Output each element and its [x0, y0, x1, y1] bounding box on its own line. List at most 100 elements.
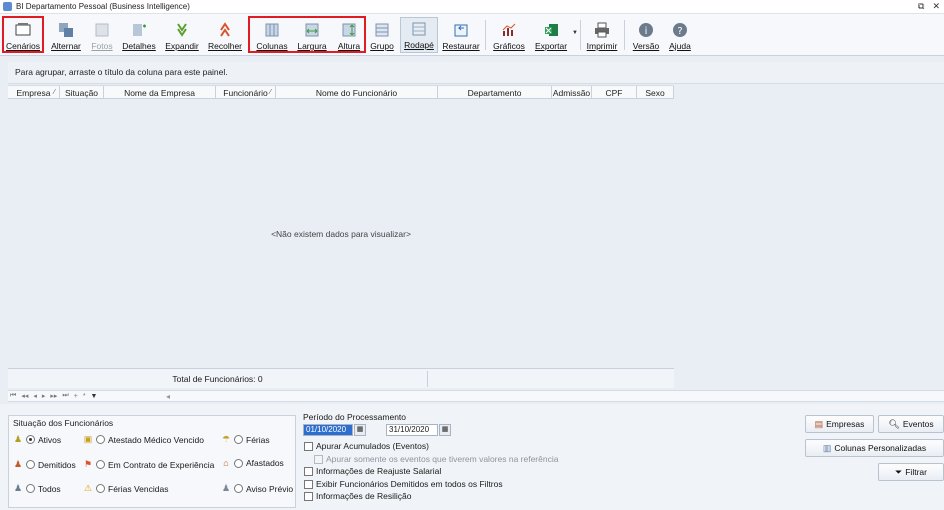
colunas-personalizadas-button[interactable]: ▥ Colunas Personalizadas: [805, 439, 944, 457]
column-header-departamento[interactable]: Departamento: [438, 86, 552, 99]
restore-window-icon[interactable]: ⧉: [918, 1, 924, 12]
recolher-button[interactable]: Recolher: [206, 17, 244, 53]
restaurar-button[interactable]: Restaurar: [442, 17, 480, 53]
eventos-button[interactable]: 🔍︎ Eventos: [878, 415, 944, 433]
column-header-situacao[interactable]: Situação: [60, 86, 104, 99]
first-page-icon[interactable]: ⏮: [10, 392, 16, 400]
funnel-icon: ⏷: [895, 466, 903, 477]
radio-label: Em Contrato de Experiência: [108, 459, 215, 470]
radio-demitidos[interactable]: ♟ Demitidos: [13, 459, 76, 470]
column-header-nome-empresa[interactable]: Nome da Empresa: [104, 86, 216, 99]
insert-record-icon[interactable]: +: [74, 393, 78, 400]
end-date-field[interactable]: 31/10/2020: [386, 424, 438, 436]
button-label: Eventos: [902, 419, 934, 429]
checkbox-label: Exibir Funcionários Demitidos em todos o…: [316, 479, 503, 489]
radio-indicator: [96, 460, 105, 469]
radio-atestado-medico[interactable]: ▣ Atestado Médico Vencido: [83, 434, 204, 445]
medical-icon: ▣: [83, 434, 93, 444]
company-icon: ▤: [814, 418, 824, 429]
group-icon: [374, 22, 390, 38]
close-window-icon[interactable]: ✕: [932, 1, 940, 12]
toolbar-label: Detalhes: [122, 41, 156, 51]
checkbox-label: Informações de Resilição: [316, 491, 412, 501]
detalhes-button[interactable]: Detalhes: [120, 17, 158, 53]
bookmark-icon[interactable]: *: [83, 393, 86, 400]
column-title: Admissão: [552, 87, 591, 98]
radio-ferias[interactable]: ☂ Férias: [221, 434, 270, 445]
scroll-left-icon[interactable]: ◂: [166, 392, 170, 401]
start-calendar-icon[interactable]: ▦: [354, 424, 366, 436]
filter-icon[interactable]: ▼: [91, 393, 98, 400]
start-date-field[interactable]: 01/10/2020: [303, 424, 353, 436]
expandir-button[interactable]: Expandir: [163, 17, 201, 53]
column-header-sexo[interactable]: Sexo: [637, 86, 674, 99]
radio-label: Afastados: [246, 458, 284, 468]
svg-text:i: i: [645, 26, 648, 37]
switch-icon: [58, 22, 74, 38]
alternar-button[interactable]: Alternar: [48, 17, 84, 53]
person-icon: ♟: [13, 459, 23, 469]
column-header-funcionario[interactable]: Funcionário ⁄: [216, 86, 276, 99]
column-header-admissao[interactable]: Admissão: [552, 86, 592, 99]
beach-icon: ☂: [221, 434, 231, 444]
checkbox-label: Informações de Reajuste Salarial: [316, 466, 442, 476]
chart-icon: [501, 22, 517, 38]
window-title: BI Departamento Pessoal (Business Intell…: [16, 2, 190, 11]
column-title: Departamento: [467, 87, 522, 98]
versao-button[interactable]: i Versão: [630, 17, 662, 53]
prev-page-icon[interactable]: ◂◂: [21, 392, 28, 400]
rodape-button[interactable]: Rodapé: [400, 17, 438, 53]
radio-indicator: [96, 435, 105, 444]
column-header-cpf[interactable]: CPF: [592, 86, 637, 99]
period-title: Período do Processamento: [303, 412, 407, 422]
column-header-empresa[interactable]: Empresa ⁄: [8, 86, 60, 99]
last-page-icon[interactable]: ⏭: [62, 392, 68, 400]
radio-indicator: [234, 458, 243, 468]
radio-label: Demitidos: [38, 459, 76, 470]
fotos-button[interactable]: Fotos: [88, 17, 116, 53]
apurar-somente-checkbox[interactable]: Apurar somente os eventos que tiverem va…: [314, 454, 558, 464]
total-employees: Total de Funcionários: 0: [8, 370, 428, 387]
radio-ativos[interactable]: ♟ Ativos: [13, 434, 61, 445]
radio-ferias-vencidas[interactable]: ⚠ Férias Vencidas: [83, 483, 169, 494]
graficos-button[interactable]: Gráficos: [490, 17, 528, 53]
prev-record-icon[interactable]: ◂: [33, 392, 37, 400]
apurar-acumulados-checkbox[interactable]: Apurar Acumulados (Eventos): [304, 441, 429, 451]
resilicao-checkbox[interactable]: Informações de Resilição: [304, 491, 411, 501]
group-panel[interactable]: Para agrupar, arraste o título da coluna…: [8, 62, 944, 84]
radio-aviso-previo[interactable]: ♟ Aviso Prévio: [221, 483, 293, 494]
toolbar: Cenários Alternar Fotos Detalhes Expandi…: [0, 14, 944, 56]
empty-grid-message: <Não existem dados para visualizar>: [271, 229, 411, 239]
next-page-icon[interactable]: ▸▸: [50, 392, 57, 400]
filtrar-button[interactable]: ⏷ Filtrar: [878, 463, 944, 481]
next-record-icon[interactable]: ▸: [42, 392, 46, 400]
radio-contrato-experiencia[interactable]: ⚑ Em Contrato de Experiência: [83, 459, 214, 470]
checkbox-box: [304, 441, 313, 451]
column-title: Situação: [64, 87, 99, 98]
checkbox-box: [304, 479, 313, 489]
export-dropdown-icon[interactable]: ▼: [572, 30, 578, 36]
info-icon: i: [638, 22, 654, 38]
grid-body[interactable]: <Não existem dados para visualizar>: [8, 99, 944, 368]
column-title: Empresa: [16, 87, 51, 98]
checkbox-label: Apurar somente os eventos que tiverem va…: [326, 454, 559, 464]
radio-indicator: [26, 460, 35, 469]
radio-label: Atestado Médico Vencido: [108, 434, 204, 445]
end-calendar-icon[interactable]: ▦: [439, 424, 451, 436]
column-header-nome-funcionario[interactable]: Nome do Funcionário: [276, 86, 438, 99]
radio-todos[interactable]: ♟ Todos: [13, 483, 61, 494]
radio-indicator: [26, 484, 35, 493]
reajuste-salarial-checkbox[interactable]: Informações de Reajuste Salarial: [304, 466, 441, 476]
radio-afastados[interactable]: ⌂ Afastados: [221, 458, 284, 468]
grupo-button[interactable]: Grupo: [368, 17, 396, 53]
ajuda-button[interactable]: ? Ajuda: [666, 17, 694, 53]
help-icon: ?: [672, 22, 688, 38]
cenarios-highlight: [2, 16, 44, 53]
flag-icon: ⚑: [83, 459, 93, 469]
column-title: Nome da Empresa: [124, 87, 195, 98]
exibir-demitidos-checkbox[interactable]: Exibir Funcionários Demitidos em todos o…: [304, 479, 503, 489]
exportar-button[interactable]: Exportar: [532, 17, 570, 53]
empresas-button[interactable]: ▤ Empresas: [805, 415, 874, 433]
toolbar-separator: [580, 20, 581, 50]
imprimir-button[interactable]: Imprimir: [584, 17, 620, 53]
